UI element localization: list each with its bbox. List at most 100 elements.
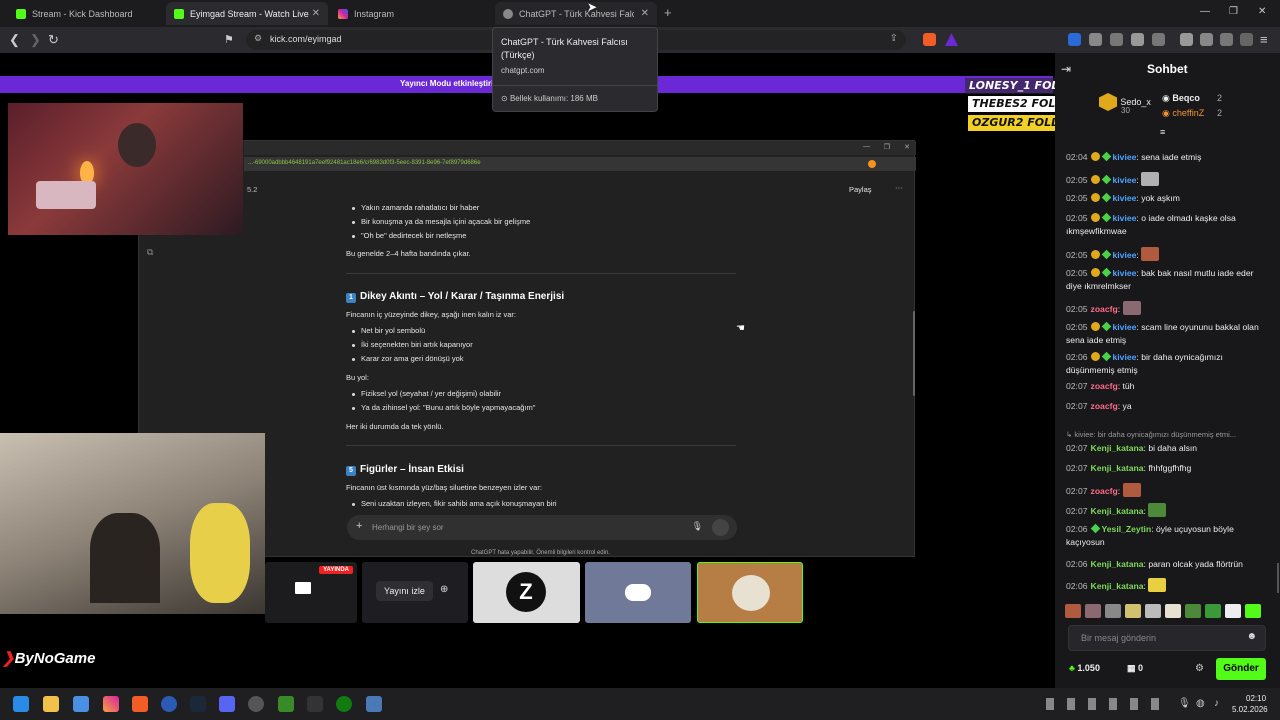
quick-emote[interactable] <box>1165 604 1181 618</box>
chat-input[interactable]: Bir mesaj gönderin ☻ <box>1068 625 1266 651</box>
discord-icon[interactable] <box>219 696 235 712</box>
app-icon[interactable] <box>248 696 264 712</box>
message-text: tüh <box>1122 381 1135 391</box>
message-username: zoacfg <box>1090 304 1118 314</box>
mic-icon[interactable]: 🎙 <box>1178 698 1191 709</box>
close-tab-icon[interactable]: ✕ <box>641 8 649 19</box>
leo-icon[interactable] <box>1220 33 1233 46</box>
clock-time[interactable]: 02:10 <box>1246 694 1266 703</box>
og-badge-icon <box>1101 267 1111 278</box>
wallet-icon[interactable] <box>1200 33 1213 46</box>
answer-bullet: Ya da zihinsel yol: "Bunu artık böyle ya… <box>361 403 536 412</box>
quick-emote[interactable] <box>1185 604 1201 618</box>
chat-message: 02:07 Kenji_katana: fhhfggfhfhg <box>1066 463 1192 473</box>
mic-icon: 🎙 <box>691 521 703 531</box>
back-icon[interactable]: ❮ <box>9 32 20 48</box>
og-badge-icon <box>1090 523 1100 534</box>
tab-chatgpt[interactable]: ChatGPT - Türk Kahvesi Falcısı ( ✕ <box>495 2 657 25</box>
brave-rewards-icon[interactable] <box>945 33 958 46</box>
quick-emote[interactable] <box>1105 604 1121 618</box>
site-info-icon[interactable]: ⚙ <box>254 33 262 44</box>
filter-icon[interactable]: ≡ <box>1160 127 1165 137</box>
stream-thumb[interactable] <box>585 562 691 623</box>
brave-shields-icon[interactable] <box>923 33 936 46</box>
instagram-app-icon[interactable] <box>103 696 119 712</box>
quick-emote[interactable] <box>1125 604 1141 618</box>
quick-emote[interactable] <box>1245 604 1261 618</box>
tab-eyimgad-stream[interactable]: Eyimgad Stream - Watch Live ✕ <box>166 2 328 25</box>
send-button[interactable]: Gönder <box>1216 658 1266 680</box>
instagram-icon <box>338 8 348 19</box>
emote-image <box>1122 301 1141 315</box>
watch-stream-tile[interactable]: Yayını izle ⊕ <box>362 562 468 623</box>
network-icon[interactable]: ◍ <box>1196 698 1205 709</box>
collapse-chat-icon[interactable]: ⇥ <box>1061 62 1071 76</box>
quick-emote[interactable] <box>1065 604 1081 618</box>
stream-thumb[interactable]: YAYINDA <box>265 562 357 623</box>
zoom-icon[interactable]: ⊕ <box>440 584 448 595</box>
quick-emote[interactable] <box>1085 604 1101 618</box>
extension-icon[interactable] <box>1152 33 1165 46</box>
close-window-icon[interactable]: ✕ <box>1258 6 1266 17</box>
quick-emote[interactable] <box>1205 604 1221 618</box>
new-tab-icon[interactable]: + <box>664 5 672 20</box>
quick-emote[interactable] <box>1225 604 1241 618</box>
extension-icon[interactable] <box>1089 33 1102 46</box>
close-tab-icon[interactable]: ✕ <box>312 8 320 19</box>
clock-date[interactable]: 5.02.2026 <box>1232 705 1268 714</box>
watch-stream-button[interactable]: Yayını izle <box>376 581 433 601</box>
file-explorer-icon[interactable] <box>43 696 59 712</box>
emote-image <box>1148 503 1167 517</box>
extension-icon[interactable] <box>1110 33 1123 46</box>
bookmark-icon[interactable]: ⚑ <box>224 33 234 46</box>
browser-tab-bar: Stream - Kick Dashboard Eyimgad Stream -… <box>0 0 1280 27</box>
volume-icon[interactable]: ♪ <box>1214 698 1219 709</box>
steam-icon[interactable] <box>190 696 206 712</box>
app-icon[interactable] <box>73 696 89 712</box>
share-icon[interactable]: ⇪ <box>890 33 898 44</box>
chat-message: 02:07 zoacfg: <box>1066 483 1271 498</box>
sidebar-icon[interactable] <box>1180 33 1193 46</box>
start-icon[interactable] <box>13 696 29 712</box>
message-time: 02:06 <box>1066 524 1088 534</box>
message-username: Kenji_katana <box>1090 559 1144 569</box>
points-counter[interactable]: ♣ 1.050 <box>1069 663 1100 673</box>
menu-icon[interactable]: ≡ <box>1260 32 1268 47</box>
window-url-text: ...-69000adbbb4648191a7eef92481ac18e6/c/… <box>248 160 481 166</box>
xbox-icon[interactable] <box>336 696 352 712</box>
vpn-icon[interactable] <box>1240 33 1253 46</box>
section-heading: 5 Figürler – İnsan Etkisi <box>346 464 464 476</box>
message-time: 02:05 <box>1066 213 1088 223</box>
tab-instagram[interactable]: Instagram <box>330 2 490 25</box>
tab-kick-dashboard[interactable]: Stream - Kick Dashboard <box>8 2 165 25</box>
chat-message: 02:07 zoacfg: tüh <box>1066 381 1135 391</box>
chat-scrollbar[interactable] <box>1277 563 1279 593</box>
brave-icon[interactable] <box>132 696 148 712</box>
reload-icon[interactable]: ↻ <box>48 32 59 48</box>
settings-icon[interactable]: ⚙ <box>1195 663 1204 674</box>
stream-thumb[interactable]: Z <box>473 562 580 623</box>
answer-bullet: Fiziksel yol (seyahat / yer değişimi) ol… <box>361 389 502 398</box>
app-icon[interactable] <box>161 696 177 712</box>
answer-paragraph: Her iki durumda da tek yönlü. <box>346 422 444 431</box>
message-time: 02:05 <box>1066 250 1088 260</box>
system-tray-icons[interactable] <box>1046 698 1166 710</box>
stream-thumb[interactable] <box>697 562 803 623</box>
gifts-counter[interactable]: ▦ 0 <box>1127 663 1143 674</box>
puzzle-icon[interactable] <box>1131 33 1144 46</box>
extension-icon[interactable] <box>1068 33 1081 46</box>
app-icon[interactable] <box>366 696 382 712</box>
minecraft-icon[interactable] <box>278 696 294 712</box>
epic-games-icon[interactable] <box>307 696 323 712</box>
tab-title: Stream - Kick Dashboard <box>32 8 133 19</box>
hover-card-title: (Türkçe) <box>501 50 535 60</box>
chatgpt-icon <box>503 8 513 19</box>
maximize-icon[interactable]: ❐ <box>1229 6 1238 17</box>
minimize-icon[interactable]: — <box>1200 6 1210 17</box>
emoji-icon[interactable]: ☻ <box>1246 631 1257 642</box>
quick-emote[interactable] <box>1145 604 1161 618</box>
forward-icon[interactable]: ❯ <box>30 32 41 48</box>
answer-paragraph: Bu yol: <box>346 373 369 382</box>
answer-paragraph: Bu genelde 2–4 hafta bandında çıkar. <box>346 249 471 258</box>
og-badge-icon <box>1101 174 1111 185</box>
